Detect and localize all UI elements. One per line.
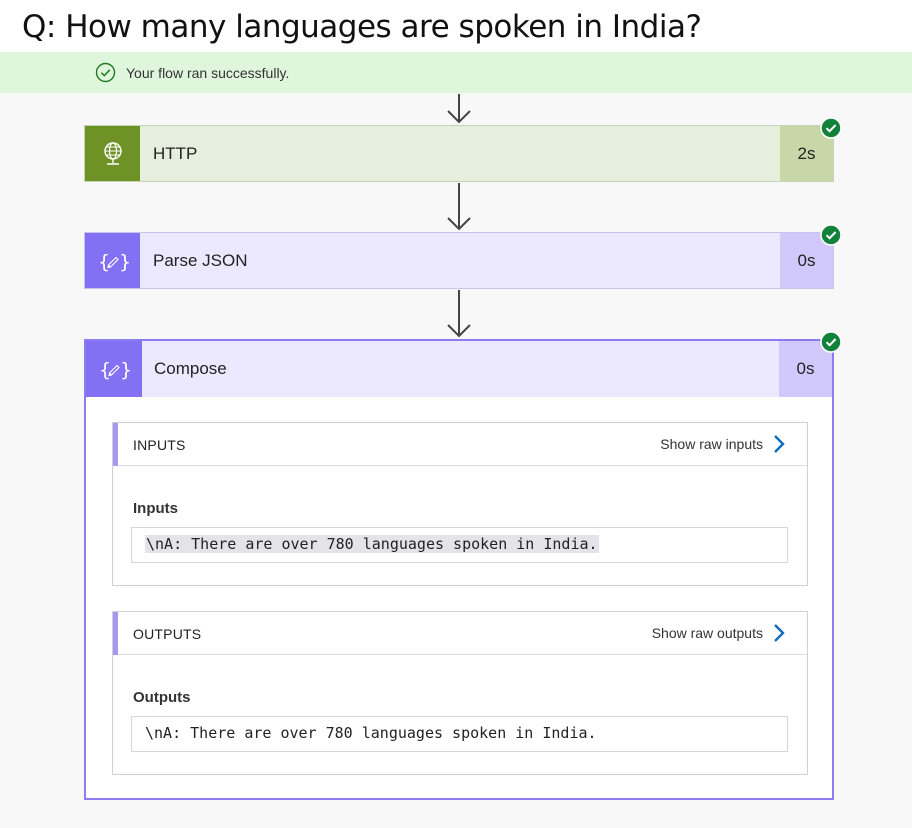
success-banner: Your flow ran successfully. bbox=[0, 52, 912, 93]
step-http-label: HTTP bbox=[153, 143, 198, 163]
braces-icon: { } bbox=[98, 251, 129, 273]
outputs-panel-header: OUTPUTS Show raw outputs bbox=[113, 612, 807, 655]
globe-icon bbox=[103, 141, 122, 165]
chevron-right-icon bbox=[774, 435, 785, 453]
show-raw-outputs-label: Show raw outputs bbox=[651, 625, 763, 641]
chevron-right-icon bbox=[774, 624, 785, 642]
show-raw-inputs-link[interactable]: Show raw inputs bbox=[660, 433, 785, 455]
svg-text:}: } bbox=[119, 251, 129, 273]
step-compose: { } Compose 0s INPUTS Show raw inputs In… bbox=[84, 331, 842, 800]
inputs-value-field[interactable]: \nA: There are over 780 languages spoken… bbox=[131, 527, 788, 563]
step-compose-header[interactable]: { } Compose 0s bbox=[86, 341, 832, 397]
step-parse-json[interactable]: { } Parse JSON 0s bbox=[84, 224, 842, 289]
inputs-field-label: Inputs bbox=[133, 500, 178, 517]
panel-accent-bar bbox=[113, 612, 118, 655]
inputs-panel: INPUTS Show raw inputs Inputs \nA: There… bbox=[112, 422, 808, 586]
step-parse-json-label: Parse JSON bbox=[153, 250, 248, 270]
banner-message: Your flow ran successfully. bbox=[126, 65, 290, 81]
outputs-value: \nA: There are over 780 languages spoken… bbox=[145, 724, 597, 742]
success-check-icon bbox=[820, 117, 842, 139]
show-raw-inputs-label: Show raw inputs bbox=[660, 436, 763, 452]
inputs-title: INPUTS bbox=[133, 437, 186, 453]
braces-icon: { } bbox=[99, 359, 130, 381]
compose-icon-box: { } bbox=[86, 341, 142, 397]
outputs-field-label: Outputs bbox=[133, 689, 191, 706]
success-check-icon bbox=[820, 331, 842, 353]
parse-json-icon-box: { } bbox=[85, 233, 140, 288]
flow-arrow-icon bbox=[447, 183, 471, 231]
flow-arrow-icon bbox=[447, 290, 471, 338]
panel-accent-bar bbox=[113, 423, 118, 466]
step-compose-label: Compose bbox=[154, 359, 227, 378]
question-title: Q: How many languages are spoken in Indi… bbox=[22, 9, 702, 45]
success-check-icon bbox=[95, 62, 116, 83]
show-raw-outputs-link[interactable]: Show raw outputs bbox=[652, 622, 785, 644]
question-header: Q: How many languages are spoken in Indi… bbox=[0, 0, 912, 52]
step-http[interactable]: HTTP 2s bbox=[84, 117, 842, 182]
outputs-title: OUTPUTS bbox=[133, 626, 202, 642]
flow-arrow-icon bbox=[447, 94, 471, 124]
outputs-panel: OUTPUTS Show raw outputs Outputs \nA: Th… bbox=[112, 611, 808, 775]
http-icon-box bbox=[85, 126, 140, 181]
svg-text:{: { bbox=[99, 359, 111, 381]
inputs-value: \nA: There are over 780 languages spoken… bbox=[145, 535, 599, 553]
success-check-icon bbox=[820, 224, 842, 246]
svg-text:{: { bbox=[98, 251, 110, 273]
svg-text:}: } bbox=[120, 359, 130, 381]
outputs-value-field[interactable]: \nA: There are over 780 languages spoken… bbox=[131, 716, 788, 752]
inputs-panel-header: INPUTS Show raw inputs bbox=[113, 423, 807, 466]
